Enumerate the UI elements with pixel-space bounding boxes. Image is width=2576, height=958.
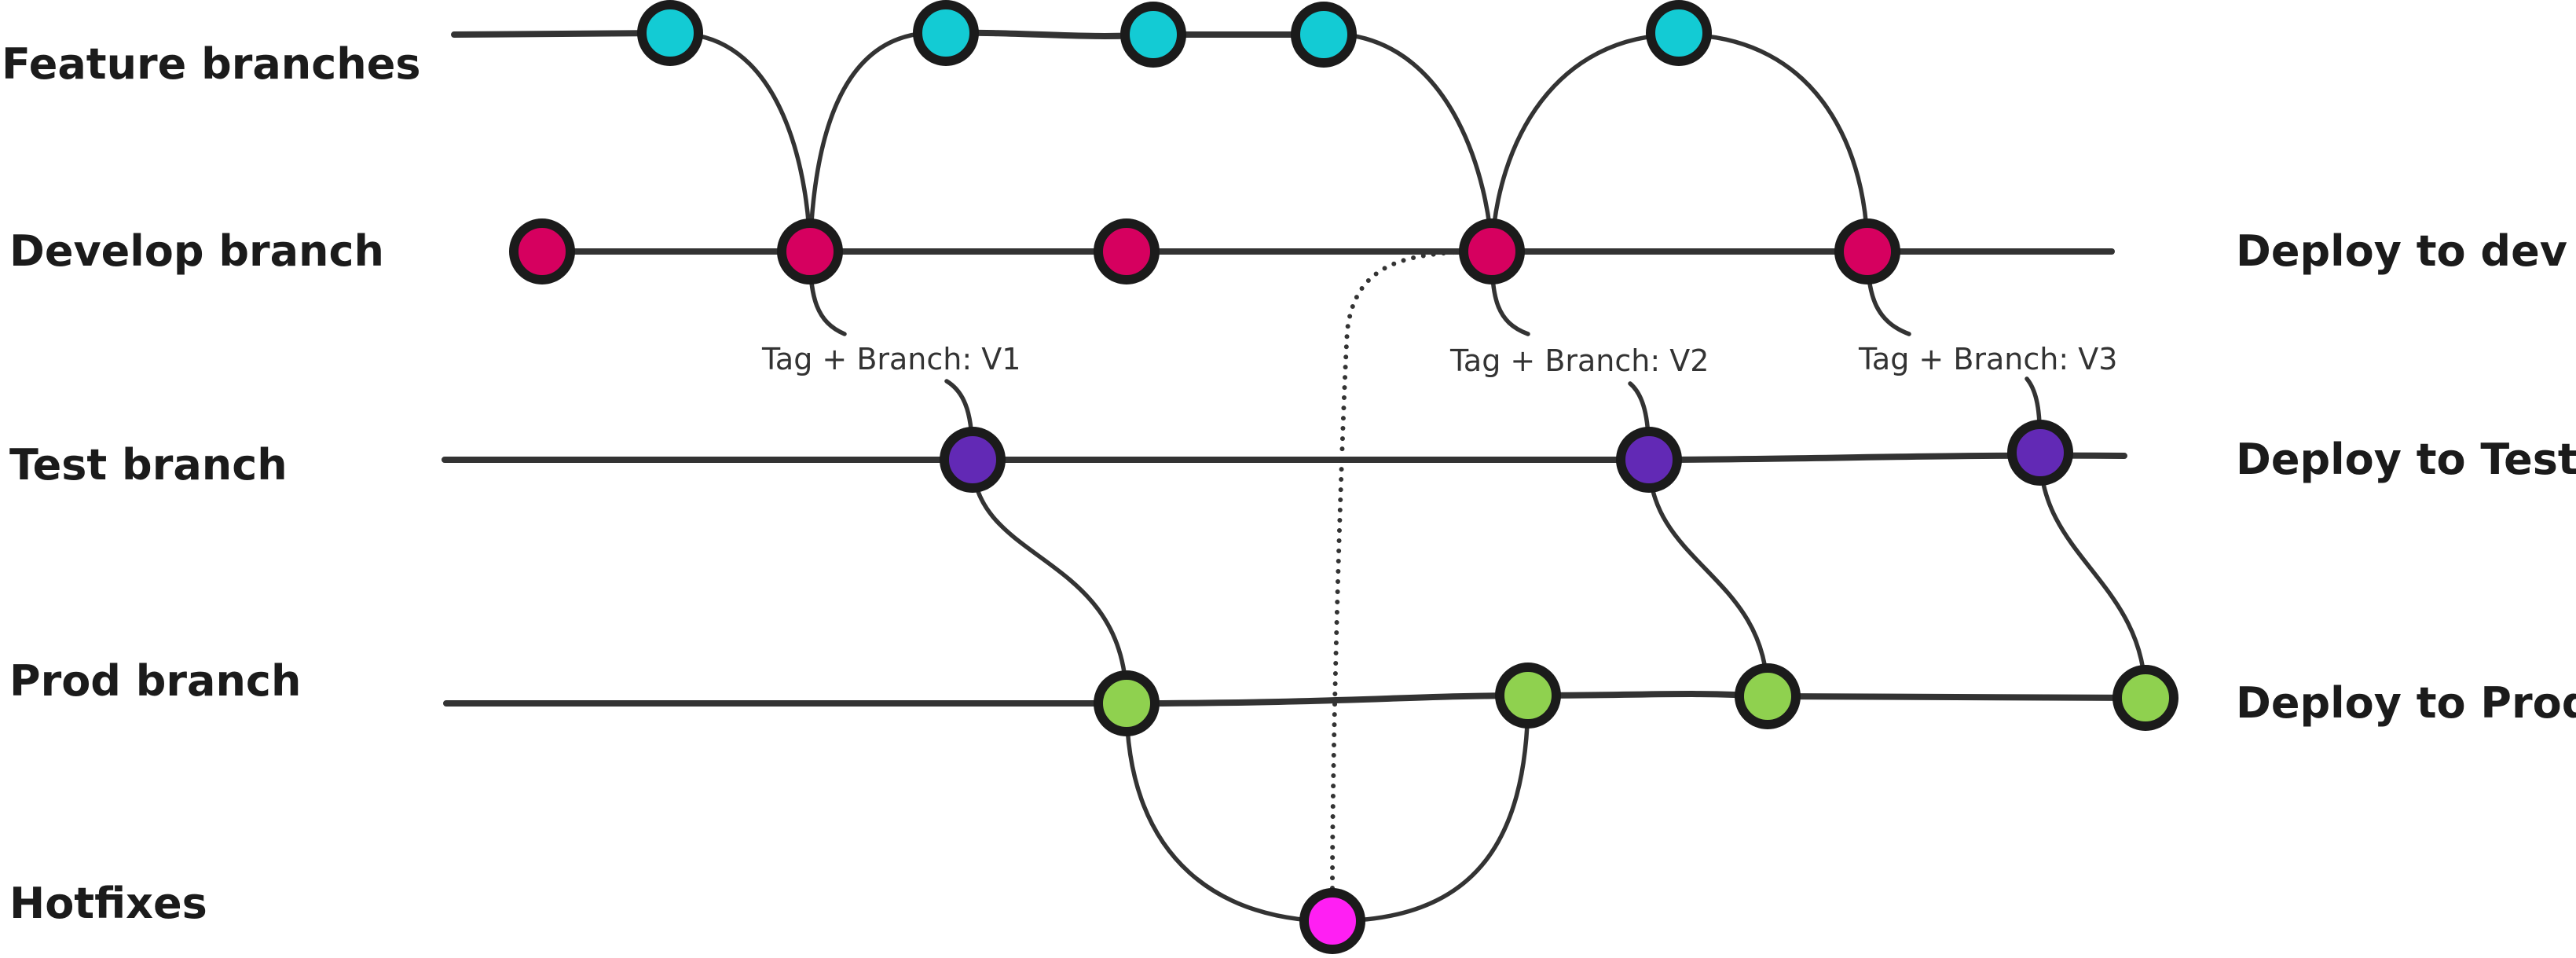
test-to-prod-v1 (970, 457, 1129, 706)
tag-label-v2: Tag + Branch: V2 (1449, 343, 1709, 378)
prod-commit-node-1 (1094, 670, 1160, 736)
develop-commit-node-4 (1459, 218, 1525, 284)
commit-nodes (509, 0, 2178, 954)
test-commit-node-2 (1616, 427, 1682, 493)
lane-label-prod: Prod branch (9, 656, 301, 706)
lane-label-feature: Feature branches (2, 39, 420, 89)
prod-line (443, 691, 2149, 707)
lane-label-hotfix: Hotfixes (9, 879, 207, 928)
feature-commit-node-3 (1120, 2, 1186, 68)
develop-commit-node-5 (1834, 218, 1900, 284)
test-to-prod-v2 (1647, 457, 1770, 699)
deploy-label-dev: Deploy to dev (2236, 226, 2567, 276)
prod-to-hotfix (1124, 701, 1335, 923)
develop-commit-node-2 (777, 218, 843, 284)
lane-label-develop: Develop branch (9, 226, 384, 276)
feature-commit-node-1 (637, 0, 703, 66)
test-commit-node-3 (2007, 420, 2073, 486)
test-commit-node-1 (940, 427, 1006, 493)
branch-develop-feature2 (808, 31, 929, 254)
branch-develop-feature3 (1490, 32, 1681, 254)
prod-commit-node-3 (1735, 663, 1801, 729)
feature-commit-node-4 (1291, 2, 1357, 68)
tag-label-v1: Tag + Branch: V1 (761, 342, 1021, 376)
feature-commit-node-2 (913, 0, 979, 66)
develop-commit-node-3 (1094, 218, 1160, 284)
lane-label-test: Test branch (9, 440, 288, 490)
deploy-label-test: Deploy to Test (2236, 435, 2576, 484)
deploy-label-prod: Deploy to Prod (2236, 678, 2576, 728)
merge-feature1-develop (689, 32, 812, 254)
merge-feature2-develop (1343, 32, 1494, 254)
test-line (442, 452, 2127, 463)
merge-feature3-develop (1676, 32, 1870, 254)
tag-label-v3: Tag + Branch: V3 (1858, 342, 2117, 376)
test-to-prod-v3 (2038, 452, 2148, 700)
prod-commit-node-2 (1495, 663, 1561, 729)
develop-commit-node-1 (509, 218, 575, 284)
feature-commit-node-5 (1646, 0, 1712, 66)
prod-commit-node-4 (2112, 665, 2178, 731)
hotfix-commit-node-1 (1299, 888, 1365, 954)
git-flow-diagram: Feature branches Develop branch Test bra… (2, 0, 2576, 954)
hotfix-to-prod (1330, 693, 1530, 923)
